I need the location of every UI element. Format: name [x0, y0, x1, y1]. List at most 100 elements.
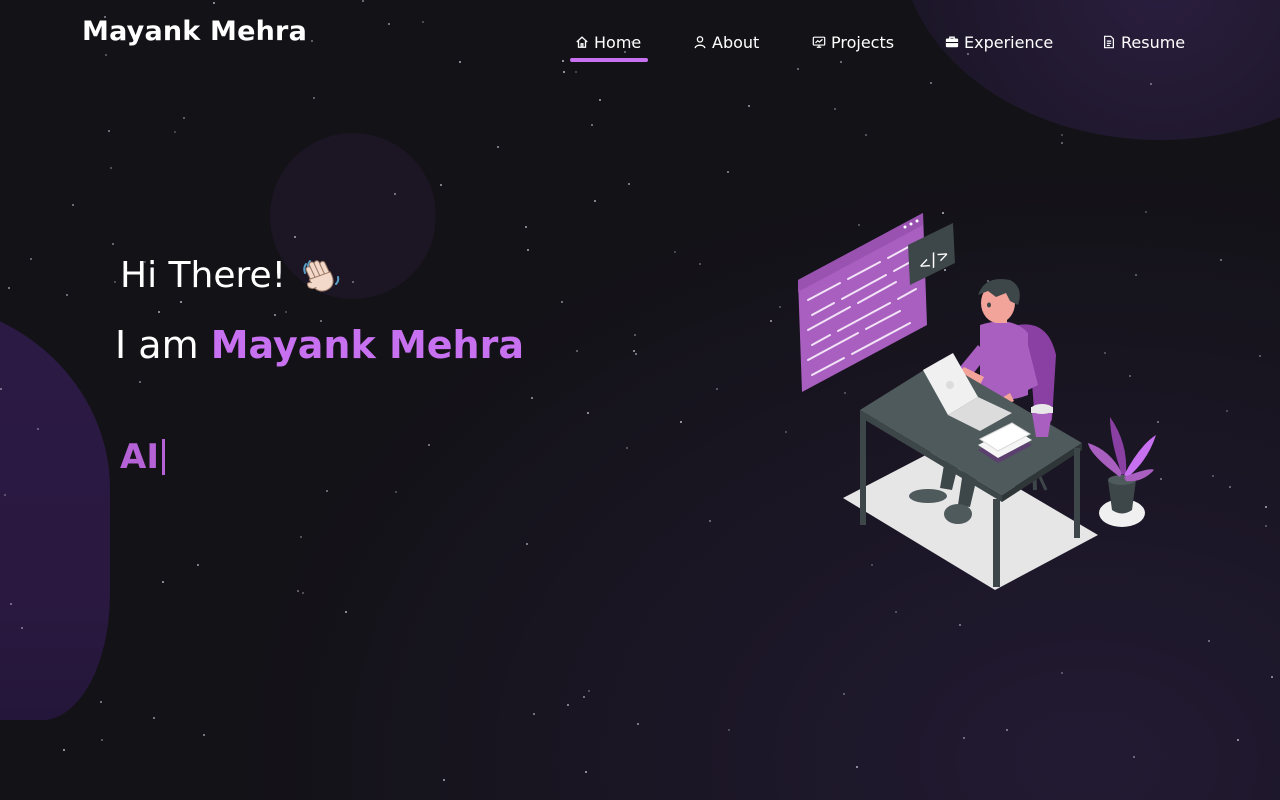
star	[1229, 486, 1231, 488]
star	[8, 287, 10, 289]
star	[302, 592, 304, 594]
star	[634, 334, 636, 336]
star	[203, 734, 205, 736]
nav-item-experience[interactable]: Experience	[945, 30, 1053, 54]
star	[100, 701, 102, 703]
star	[563, 71, 565, 73]
star	[180, 301, 182, 303]
home-icon	[576, 36, 588, 48]
star	[297, 590, 299, 592]
developer-illustration: </>	[798, 213, 1156, 590]
intro-name: Mayank Mehra	[210, 323, 524, 367]
star	[525, 226, 527, 228]
star	[197, 564, 199, 566]
star	[497, 146, 499, 148]
document-icon	[1104, 35, 1114, 49]
star	[865, 134, 867, 136]
greeting-text: Hi There!	[120, 254, 287, 296]
nav-item-about[interactable]: About	[693, 30, 759, 54]
star	[531, 397, 533, 399]
star	[139, 381, 141, 383]
star	[728, 729, 730, 731]
typewriter-cursor	[161, 439, 165, 475]
star	[770, 320, 772, 322]
star	[561, 301, 563, 303]
star	[326, 490, 328, 492]
star	[110, 167, 112, 169]
star	[635, 353, 637, 355]
star	[856, 766, 858, 768]
star	[930, 82, 932, 84]
typewriter: AI	[120, 437, 165, 477]
star	[588, 690, 590, 692]
star	[583, 696, 585, 698]
plant	[1088, 417, 1156, 527]
star	[575, 71, 577, 73]
nav-item-resume[interactable]: Resume	[1102, 30, 1185, 54]
star	[680, 421, 682, 423]
star	[633, 350, 635, 352]
star	[285, 311, 287, 313]
star	[112, 243, 114, 245]
star	[300, 536, 302, 538]
star	[1061, 142, 1063, 144]
nav-item-label: About	[712, 32, 760, 52]
briefcase-icon	[945, 36, 959, 48]
star	[533, 713, 535, 715]
waving-hand-icon	[303, 260, 340, 292]
star	[1212, 475, 1214, 477]
star	[599, 99, 601, 101]
star	[1061, 672, 1063, 674]
star	[709, 520, 711, 522]
nav-item-label: Home	[594, 32, 642, 52]
nav-item-label: Resume	[1121, 32, 1186, 52]
star	[527, 249, 529, 251]
star	[1133, 756, 1135, 758]
star	[748, 105, 750, 107]
nav-item-home[interactable]: Home	[575, 30, 641, 54]
star	[1265, 525, 1267, 527]
star	[394, 193, 396, 195]
star	[10, 603, 12, 605]
projects-icon	[812, 36, 826, 48]
star	[585, 771, 587, 773]
nav-item-label: Experience	[964, 32, 1054, 52]
star	[1006, 729, 1008, 731]
star	[1220, 259, 1222, 261]
star	[594, 200, 596, 202]
star	[101, 739, 103, 741]
code-window	[798, 213, 927, 392]
star	[345, 611, 347, 613]
star	[158, 311, 160, 313]
star	[395, 491, 397, 493]
star	[626, 447, 628, 449]
star	[162, 581, 164, 583]
star	[313, 97, 315, 99]
star	[114, 281, 116, 283]
nav-item-label: Projects	[831, 32, 895, 52]
star	[274, 314, 276, 316]
star	[294, 236, 296, 238]
page: Mayank Mehra Home About Projects Experie…	[0, 0, 1280, 800]
star	[63, 749, 65, 751]
star	[1226, 410, 1228, 412]
hero-intro: I am Mayank Mehra	[115, 323, 524, 367]
star	[0, 388, 2, 390]
star	[699, 263, 701, 265]
star	[153, 717, 155, 719]
star	[591, 124, 593, 126]
star	[843, 693, 845, 695]
nav-item-projects[interactable]: Projects	[812, 30, 894, 54]
star	[587, 412, 589, 414]
star	[567, 704, 569, 706]
star	[834, 108, 836, 110]
star	[959, 624, 961, 626]
star	[1208, 640, 1210, 642]
star	[637, 723, 639, 725]
star	[628, 183, 630, 185]
star	[72, 204, 74, 206]
star	[21, 627, 23, 629]
star	[183, 117, 185, 119]
star	[30, 258, 32, 260]
brand-logo[interactable]: Mayank Mehra	[82, 16, 307, 47]
